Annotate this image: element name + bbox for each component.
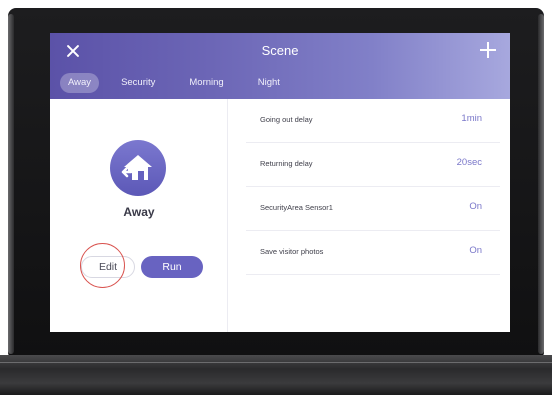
setting-label: Save visitor photos [260,247,324,256]
setting-value: On [469,245,482,256]
bezel-edge-left [8,14,14,354]
add-icon[interactable] [480,42,496,58]
setting-row-save-visitor-photos[interactable]: Save visitor photos On [246,231,500,275]
setting-row-returning-delay[interactable]: Returning delay 20sec [246,143,500,187]
run-button[interactable]: Run [141,256,203,278]
setting-value: 20sec [456,157,482,168]
page-title: Scene [261,43,299,58]
scene-tabs: Away Security Morning Night [60,73,288,93]
close-icon[interactable] [64,42,82,60]
setting-label: Going out delay [260,115,313,124]
bezel-edge-right [538,14,544,354]
setting-value: On [469,201,482,212]
scene-name: Away [123,205,155,219]
edit-button[interactable]: Edit [81,256,135,278]
tab-night[interactable]: Night [250,73,288,93]
setting-row-security-area-sensor[interactable]: SecurityArea Sensor1 On [246,187,500,231]
smart-home-panel-device: Scene Away Security Morning Night Away E… [0,0,552,395]
device-base [0,355,552,395]
home-away-icon [110,140,166,196]
home-away-icon-graphic [121,155,152,180]
setting-label: SecurityArea Sensor1 [260,203,333,212]
setting-value: 1min [461,113,482,124]
tab-away[interactable]: Away [60,73,100,93]
tab-morning[interactable]: Morning [181,73,231,93]
setting-row-going-out-delay[interactable]: Going out delay 1min [246,99,500,143]
scene-settings-list: Going out delay 1min Returning delay 20s… [246,99,500,289]
setting-label: Returning delay [260,159,313,168]
scene-summary-panel: Away Edit Run [50,99,228,332]
header-bar: Scene Away Security Morning Night [50,33,510,99]
screen: Scene Away Security Morning Night Away E… [50,33,510,332]
tab-security[interactable]: Security [113,73,163,93]
device-base-line [0,362,552,363]
